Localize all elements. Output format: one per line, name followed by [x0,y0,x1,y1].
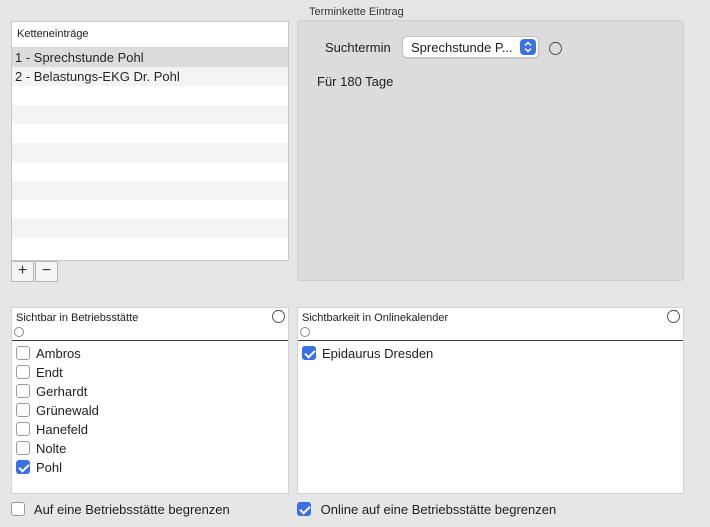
checkbox-label: Endt [36,365,63,380]
remove-entry-button[interactable]: − [35,261,58,282]
list-item[interactable] [12,238,288,257]
more-options-icon[interactable] [549,37,562,55]
list-item[interactable] [12,181,288,200]
search-appointment-label: Suchtermin [325,40,391,55]
checkbox-box[interactable] [16,441,30,455]
site-visibility-panel: Sichtbar in Betriebsstätte Ambros Endt Ger… [11,305,289,494]
list-item[interactable] [12,200,288,219]
list-item[interactable] [12,143,288,162]
chain-entries-rows: 1 - Sprechstunde Pohl 2 - Belastungs-EKG … [12,48,288,257]
site-visibility-title: Sichtbar in Betriebsstätte [16,312,139,324]
search-appointment-select[interactable]: Sprechstunde P... [402,36,539,58]
limit-online-label: Online auf eine Betriebsstätte begrenzen [320,502,557,517]
checkbox-item[interactable]: Ambros [16,344,81,363]
list-item[interactable]: 2 - Belastungs-EKG Dr. Pohl [12,67,288,86]
chain-entries-header: Ketteneinträge [12,22,288,48]
checkbox-label: Hanefeld [36,422,89,437]
checkbox-label: Nolte [36,441,67,456]
duration-text: Für 180 Tage [317,74,394,89]
limit-online-checkbox[interactable]: Online auf eine Betriebsstätte begrenzen [297,502,556,517]
list-item[interactable] [12,219,288,238]
checkbox-item[interactable]: Pohl [16,458,62,477]
online-visibility-radio[interactable] [300,327,310,337]
checkbox-label: Pohl [36,460,63,475]
limit-site-checkbox[interactable]: Auf eine Betriebsstätte begrenzen [11,502,230,517]
online-visibility-title: Sichtbarkeit in Onlinekalender [302,312,449,324]
checkbox-item[interactable]: Hanefeld [16,420,88,439]
divider [12,340,288,341]
checkbox-item[interactable]: Gerhardt [16,382,87,401]
checkbox-item[interactable]: Grünewald [16,401,99,420]
groupbox-title: Terminkette Eintrag [309,6,404,18]
list-item[interactable] [12,105,288,124]
add-entry-button[interactable]: + [11,261,34,282]
checkbox-label: Ambros [36,346,81,361]
checkbox-box[interactable] [16,460,30,474]
limit-online-checkbox-box[interactable] [297,502,311,516]
checkbox-box[interactable] [16,346,30,360]
divider [298,340,683,341]
checkbox-item[interactable]: Epidaurus Dresden [302,344,433,363]
list-item[interactable] [12,86,288,105]
search-appointment-value: Sprechstunde P... [411,40,513,55]
site-visibility-radio[interactable] [14,327,24,337]
limit-site-checkbox-box[interactable] [11,502,25,516]
site-visibility-more-icon[interactable] [272,305,285,323]
checkbox-box[interactable] [16,422,30,436]
checkbox-item[interactable]: Endt [16,363,63,382]
checkbox-label: Grünewald [36,403,99,418]
online-visibility-more-icon[interactable] [667,305,680,323]
list-item[interactable] [12,124,288,143]
checkbox-box[interactable] [16,403,30,417]
list-item[interactable]: 1 - Sprechstunde Pohl [12,48,288,67]
list-item[interactable] [12,162,288,181]
limit-site-label: Auf eine Betriebsstätte begrenzen [33,502,230,517]
chain-entries-list[interactable]: Ketteneinträge 1 - Sprechstunde Pohl 2 - … [11,21,289,261]
checkbox-box[interactable] [302,346,316,360]
checkbox-item[interactable]: Nolte [16,439,66,458]
online-visibility-panel: Sichtbarkeit in Onlinekalender Epidaurus… [297,305,684,494]
checkbox-label: Epidaurus Dresden [322,346,434,361]
chevron-updown-icon [520,39,536,55]
checkbox-box[interactable] [16,365,30,379]
checkbox-box[interactable] [16,384,30,398]
checkbox-label: Gerhardt [36,384,88,399]
chain-entry-groupbox [297,20,684,281]
